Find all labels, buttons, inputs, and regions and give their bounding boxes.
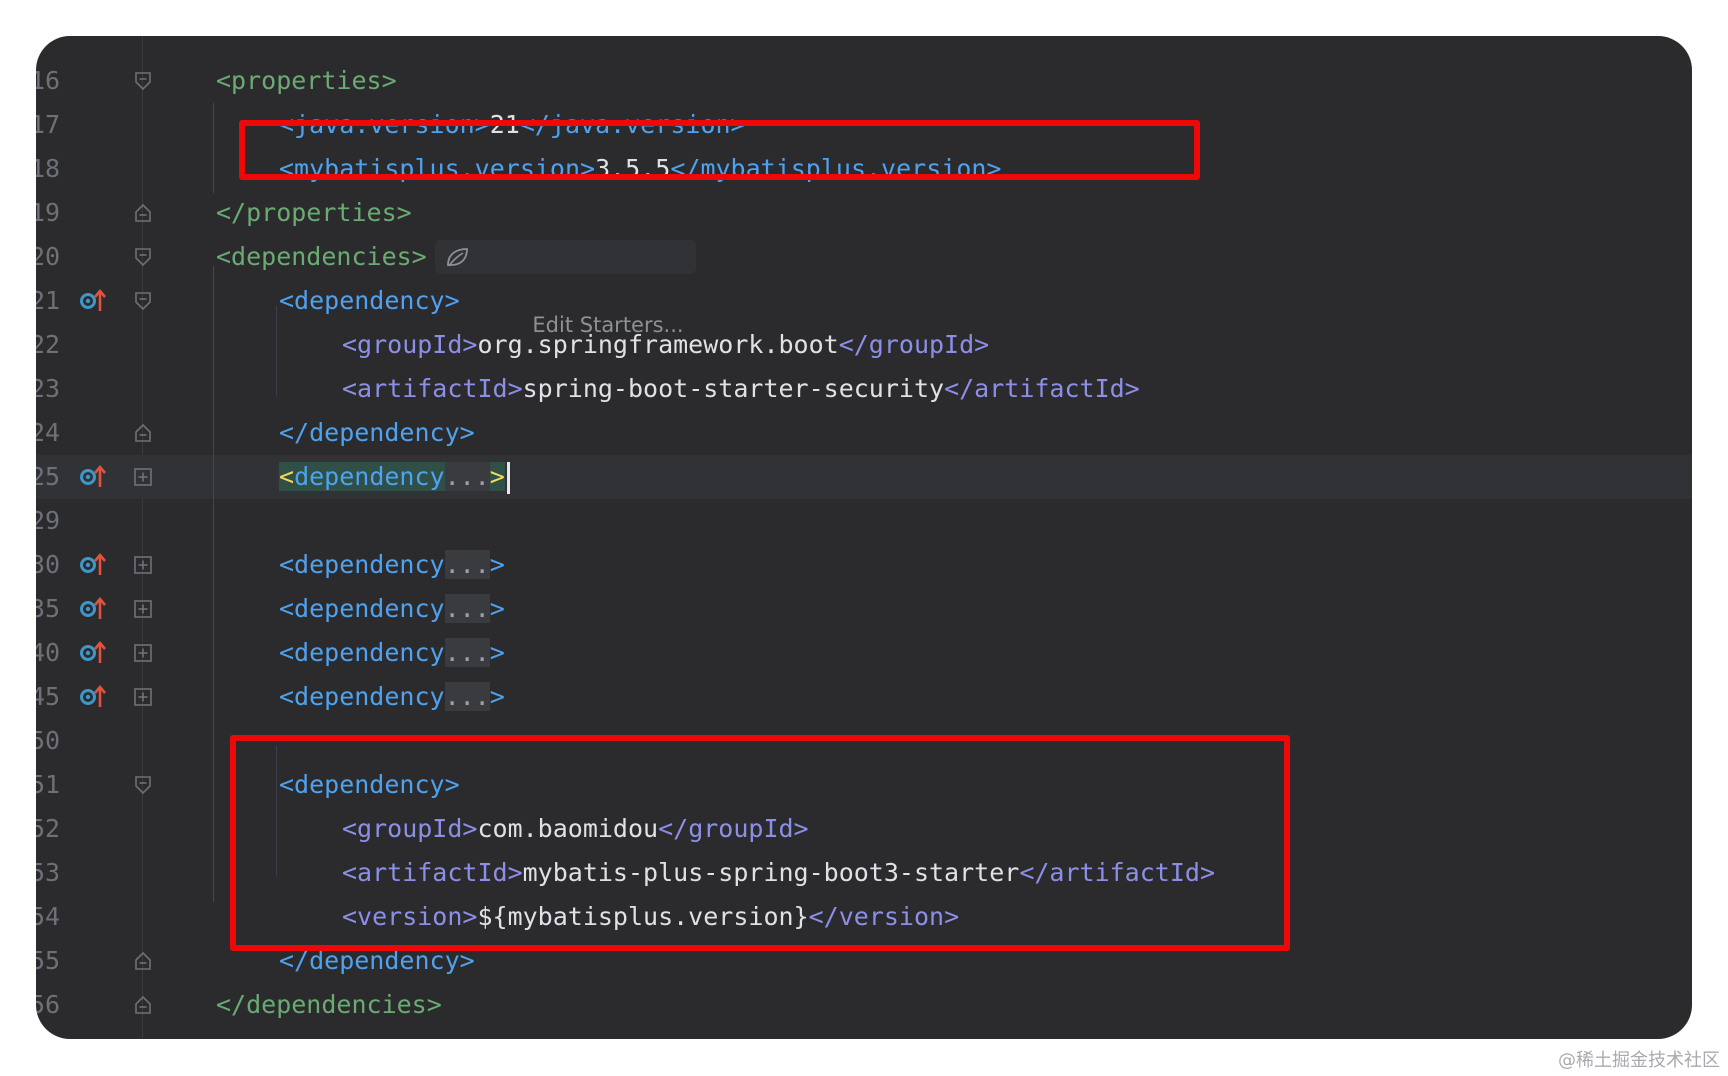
code-line[interactable]: 30 <dependency...> bbox=[36, 543, 1692, 587]
fold-end-icon[interactable] bbox=[132, 950, 154, 972]
overrides-parent-icon[interactable] bbox=[78, 595, 108, 623]
line-number: 17 bbox=[36, 110, 61, 139]
code-line[interactable]: 29 bbox=[36, 499, 1692, 543]
fold-expand-icon[interactable] bbox=[132, 466, 154, 488]
indent-guide bbox=[276, 306, 277, 396]
line-number: 19 bbox=[36, 198, 61, 227]
highlight-box-version-property bbox=[239, 120, 1200, 180]
line-number: 29 bbox=[36, 506, 61, 535]
line-number: 16 bbox=[36, 66, 61, 95]
line-number: 51 bbox=[36, 770, 61, 799]
folded-dependency-highlight: <dependency bbox=[279, 462, 445, 491]
code-line[interactable]: 23 <artifactId>spring-boot-starter-secur… bbox=[36, 367, 1692, 411]
xml-value: spring-boot-starter-security bbox=[522, 374, 945, 403]
line-number: 50 bbox=[36, 726, 61, 755]
line-number: 20 bbox=[36, 242, 61, 271]
xml-open-tag: <groupId> bbox=[342, 330, 478, 359]
line-number: 22 bbox=[36, 330, 61, 359]
xml-open-tag: <artifactId> bbox=[342, 374, 523, 403]
line-number: 55 bbox=[36, 946, 61, 975]
line-number: 24 bbox=[36, 418, 61, 447]
code-line[interactable]: 45 <dependency...> bbox=[36, 675, 1692, 719]
xml-tag: dependency bbox=[294, 462, 445, 491]
code-line[interactable]: 56 </dependencies> bbox=[36, 983, 1692, 1027]
overrides-parent-icon[interactable] bbox=[78, 551, 108, 579]
folded-placeholder: ... bbox=[444, 638, 490, 667]
watermark: @稀土掘金技术社区 bbox=[1558, 1050, 1720, 1071]
fold-expand-icon[interactable] bbox=[132, 686, 154, 708]
xml-close-tag: </artifactId> bbox=[944, 374, 1140, 403]
code-line[interactable]: 22 <groupId>org.springframework.boot</gr… bbox=[36, 323, 1692, 367]
line-number: 54 bbox=[36, 902, 61, 931]
indent-guide bbox=[213, 266, 214, 902]
xml-tag: <dependency bbox=[279, 550, 445, 579]
xml-tag: </dependency> bbox=[279, 418, 475, 447]
line-number: 56 bbox=[36, 990, 61, 1019]
fold-expand-icon[interactable] bbox=[132, 598, 154, 620]
xml-tag: </properties> bbox=[216, 198, 412, 227]
edit-starters-hint[interactable]: Edit Starters... bbox=[435, 240, 696, 337]
bracket-match-open: < bbox=[279, 462, 295, 491]
bracket-match-close: > bbox=[489, 462, 505, 491]
fold-collapse-icon[interactable] bbox=[132, 70, 154, 92]
xml-close-tag: </groupId> bbox=[838, 330, 990, 359]
code-line[interactable]: 40 <dependency...> bbox=[36, 631, 1692, 675]
line-number: 53 bbox=[36, 858, 61, 887]
overrides-parent-icon[interactable] bbox=[78, 287, 108, 315]
code-line[interactable]: 35 <dependency...> bbox=[36, 587, 1692, 631]
xml-tag: <dependency bbox=[279, 638, 445, 667]
xml-tag: <dependency bbox=[279, 682, 445, 711]
line-number: 18 bbox=[36, 154, 61, 183]
line-number: 57 bbox=[36, 1027, 100, 1039]
xml-tag: <dependency> bbox=[279, 286, 460, 315]
code-line-active[interactable]: 25 <dependency...> bbox=[36, 455, 1692, 499]
line-number: 52 bbox=[36, 814, 61, 843]
code-line[interactable]: 24 </dependency> bbox=[36, 411, 1692, 455]
code-line[interactable]: 57 bbox=[36, 1027, 1692, 1039]
code-line[interactable]: 19 </properties> bbox=[36, 191, 1692, 235]
overrides-parent-icon[interactable] bbox=[78, 639, 108, 667]
code-line[interactable]: 20 <dependencies> Edit Starters... bbox=[36, 235, 1692, 337]
xml-tag: <properties> bbox=[216, 66, 397, 95]
fold-collapse-icon[interactable] bbox=[132, 290, 154, 312]
highlight-box-mybatis-dependency bbox=[230, 735, 1290, 951]
fold-expand-icon[interactable] bbox=[132, 642, 154, 664]
fold-end-icon[interactable] bbox=[132, 202, 154, 224]
xml-tag: <dependency bbox=[279, 594, 445, 623]
line-number: 23 bbox=[36, 374, 61, 403]
xml-tag: <dependencies> bbox=[216, 242, 427, 271]
code-line[interactable]: 16 <properties> bbox=[36, 59, 1692, 103]
folded-placeholder: ... bbox=[444, 462, 490, 491]
xml-tag: </dependencies> bbox=[216, 990, 442, 1019]
xml-value: org.springframework.boot bbox=[477, 330, 839, 359]
code-line[interactable]: 21 <dependency> bbox=[36, 279, 1692, 323]
indent-guide bbox=[213, 103, 214, 193]
fold-expand-icon[interactable] bbox=[132, 554, 154, 576]
folded-placeholder: ... bbox=[444, 682, 490, 711]
spring-leaf-icon bbox=[447, 248, 468, 267]
fold-end-icon[interactable] bbox=[132, 994, 154, 1016]
overrides-parent-icon[interactable] bbox=[78, 463, 108, 491]
folded-placeholder: ... bbox=[444, 594, 490, 623]
fold-end-icon[interactable] bbox=[132, 422, 154, 444]
text-caret bbox=[506, 462, 510, 494]
folded-placeholder: ... bbox=[444, 550, 490, 579]
fold-collapse-icon[interactable] bbox=[132, 246, 154, 268]
code-editor[interactable]: 16 <properties> 17 <java.version>21</jav… bbox=[36, 36, 1692, 1039]
overrides-parent-icon[interactable] bbox=[78, 683, 108, 711]
fold-collapse-icon[interactable] bbox=[132, 774, 154, 796]
